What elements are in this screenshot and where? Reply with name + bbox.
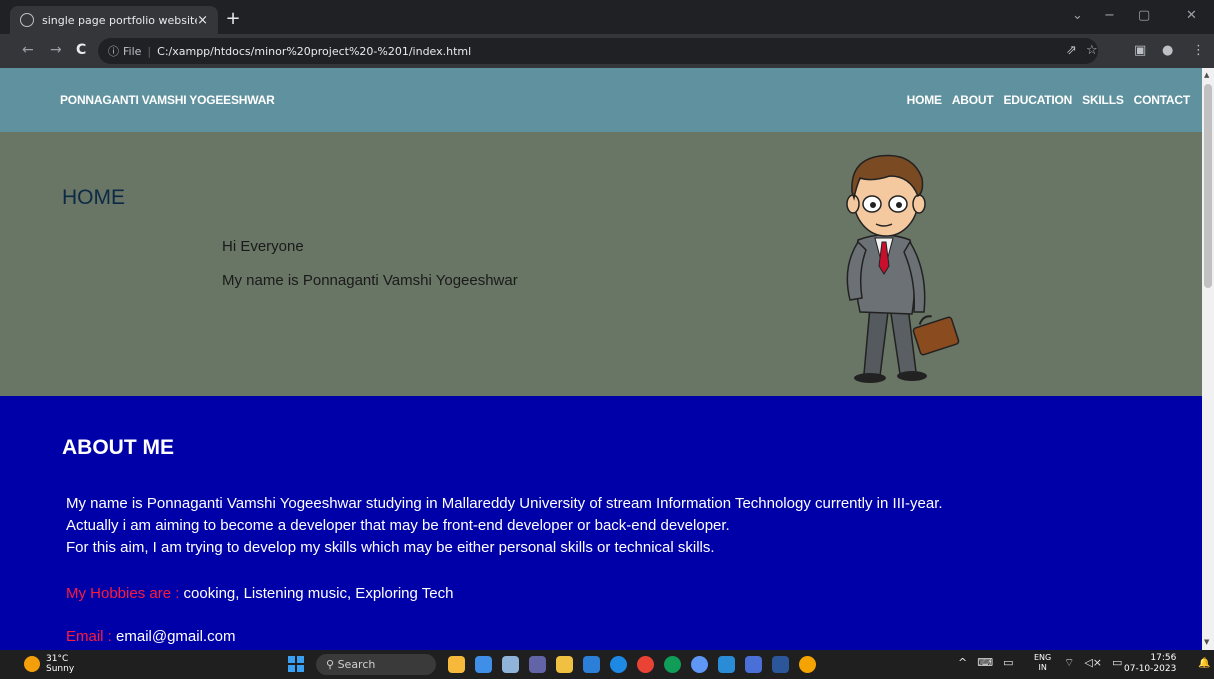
address-separator: |	[147, 44, 152, 58]
chrome-icon[interactable]	[637, 656, 654, 673]
forward-button[interactable]: →	[50, 42, 62, 58]
file-explorer-icon[interactable]	[556, 656, 573, 673]
back-button[interactable]: ←	[22, 42, 34, 58]
email-value[interactable]: email@gmail.com	[112, 628, 235, 645]
clock-date: 07-10-2023	[1124, 664, 1177, 674]
hobbies-label: My Hobbies are :	[66, 585, 180, 602]
nav-about[interactable]: ABOUT	[952, 93, 994, 107]
language-indicator[interactable]: ENG IN	[1034, 653, 1051, 673]
scroll-up-arrow[interactable]: ▲	[1204, 71, 1209, 79]
nav-contact[interactable]: CONTACT	[1134, 93, 1191, 107]
side-panel-icon[interactable]: ▣	[1134, 43, 1146, 58]
chrome-active-icon[interactable]	[799, 656, 816, 673]
about-line-2: Actually i am aiming to become a develop…	[66, 517, 730, 534]
region-code: IN	[1038, 663, 1047, 672]
weather-widget[interactable]: 31°C Sunny	[24, 654, 74, 674]
volume-muted-icon: ◁×	[1084, 656, 1103, 669]
close-window-button[interactable]: ✕	[1186, 8, 1197, 23]
sun-icon	[24, 656, 40, 672]
browser-tabstrip: single page portfolio website × + ⌄ − ▢ …	[0, 0, 1214, 34]
wifi-icon: ⌔	[1064, 656, 1075, 669]
telegram-icon[interactable]	[610, 656, 627, 673]
weather-condition: Sunny	[46, 664, 75, 674]
address-url[interactable]: C:/xampp/htdocs/minor%20project%20-%201/…	[157, 45, 471, 58]
home-heading: HOME	[62, 186, 125, 209]
bookmark-star-icon[interactable]: ☆	[1086, 43, 1098, 58]
windows-start-icon[interactable]	[288, 656, 304, 672]
nav-skills[interactable]: SKILLS	[1082, 93, 1124, 107]
page-viewport: PONNAGANTI VAMSHI YOGEESHWAR HOME ABOUT …	[0, 68, 1202, 650]
taskbar-search[interactable]: ⚲ Search	[316, 654, 436, 675]
site-header: PONNAGANTI VAMSHI YOGEESHWAR HOME ABOUT …	[0, 68, 1202, 132]
windows-taskbar: 31°C Sunny ⚲ Search ^ ⌨ ▭ ENG IN ⌔ ◁× ▭ …	[0, 650, 1214, 679]
search-icon: ⚲	[326, 658, 335, 671]
chrome-canary-icon[interactable]	[691, 656, 708, 673]
hobbies-value: cooking, Listening music, Exploring Tech	[179, 585, 454, 602]
home-greeting: Hi Everyone	[222, 238, 304, 255]
notepad-icon[interactable]	[745, 656, 762, 673]
search-placeholder: Search	[337, 658, 376, 671]
profile-icon[interactable]: ●	[1162, 43, 1173, 58]
scrollbar-thumb[interactable]	[1204, 84, 1212, 288]
home-section: HOME Hi Everyone My name is Ponnaganti V…	[0, 132, 1202, 396]
address-bar[interactable]: ⓘ File | C:/xampp/htdocs/minor%20project…	[98, 38, 1098, 64]
teams-icon[interactable]	[529, 656, 546, 673]
status-icons[interactable]: ⌔ ◁× ▭	[1064, 656, 1122, 670]
hobbies-row: My Hobbies are : cooking, Listening musi…	[66, 585, 453, 602]
about-line-1: My name is Ponnaganti Vamshi Yogeeshwar …	[66, 495, 943, 512]
browser-menu-icon[interactable]: ⋮	[1192, 43, 1205, 58]
system-tray: ^ ⌨ ▭	[958, 656, 1014, 669]
notification-bell-icon[interactable]: 🔔	[1198, 658, 1210, 669]
nav-education[interactable]: EDUCATION	[1004, 93, 1073, 107]
restore-button[interactable]: ▢	[1138, 8, 1150, 23]
new-tab-button[interactable]: +	[222, 8, 244, 30]
email-row: Email : email@gmail.com	[66, 628, 235, 645]
about-paragraph: My name is Ponnaganti Vamshi Yogeeshwar …	[66, 493, 943, 559]
keyboard-icon[interactable]: ⌨	[977, 656, 993, 669]
app-icon-1[interactable]	[475, 656, 492, 673]
close-tab-icon[interactable]: ×	[197, 13, 208, 28]
site-menu: HOME ABOUT EDUCATION SKILLS CONTACT	[907, 93, 1191, 107]
about-line-3: For this aim, I am trying to develop my …	[66, 539, 715, 556]
about-section: ABOUT ME My name is Ponnaganti Vamshi Yo…	[0, 396, 1202, 650]
share-icon[interactable]: ⇗	[1066, 43, 1077, 58]
site-brand[interactable]: PONNAGANTI VAMSHI YOGEESHWAR	[60, 93, 275, 107]
clock-time: 17:56	[1150, 653, 1177, 663]
scroll-down-arrow[interactable]: ▼	[1204, 638, 1209, 646]
about-heading: ABOUT ME	[62, 436, 174, 459]
weather-temp: 31°C	[46, 654, 69, 664]
address-scheme: File	[123, 44, 142, 58]
globe-icon	[20, 13, 34, 27]
edge-icon[interactable]	[664, 656, 681, 673]
reload-button[interactable]: C	[76, 42, 86, 58]
vscode-icon[interactable]	[718, 656, 735, 673]
page-scrollbar[interactable]: ▲ ▼	[1202, 68, 1214, 650]
nav-home[interactable]: HOME	[907, 93, 942, 107]
language-code: ENG	[1034, 653, 1052, 662]
businessman-illustration	[846, 154, 960, 383]
clock[interactable]: 17:56 07-10-2023	[1124, 653, 1176, 675]
word-icon[interactable]	[772, 656, 789, 673]
tab-title: single page portfolio website	[42, 13, 198, 27]
info-icon[interactable]: ⓘ	[108, 43, 119, 59]
display-icon[interactable]: ▭	[1003, 656, 1013, 669]
tab-search-icon[interactable]: ⌄	[1072, 8, 1083, 23]
widgets-icon[interactable]	[448, 656, 465, 673]
browser-toolbar: ← → C ⓘ File | C:/xampp/htdocs/minor%20p…	[0, 34, 1214, 68]
mail-icon[interactable]	[583, 656, 600, 673]
email-label: Email :	[66, 628, 112, 645]
home-intro: My name is Ponnaganti Vamshi Yogeeshwar	[222, 272, 518, 289]
browser-tab[interactable]: single page portfolio website ×	[10, 6, 218, 34]
taskbar-apps	[448, 656, 816, 673]
tray-overflow-icon[interactable]: ^	[958, 656, 967, 669]
battery-icon: ▭	[1112, 656, 1123, 669]
minimize-button[interactable]: −	[1104, 8, 1115, 23]
app-icon-2[interactable]	[502, 656, 519, 673]
